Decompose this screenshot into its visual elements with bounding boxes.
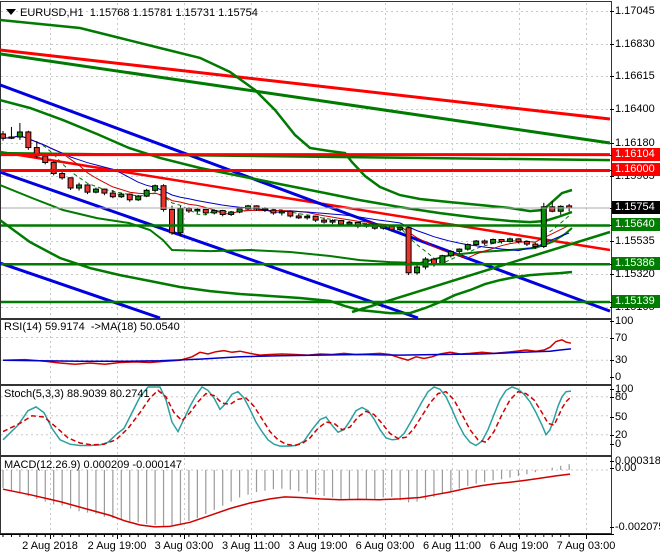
price-axis-label: 1.17045 bbox=[615, 5, 655, 17]
current-price-badge: 1.15754 bbox=[612, 201, 660, 214]
chart-header: EURUSD,H1 1.15768 1.15781 1.15731 1.1575… bbox=[20, 7, 258, 19]
support-price-badge: 1.15640 bbox=[612, 218, 660, 231]
rsi-axis-label: 100 bbox=[615, 315, 634, 327]
stoch-axis-label: 50 bbox=[615, 411, 628, 423]
macd-axis-label: 0.00 bbox=[615, 462, 637, 474]
symbol-dropdown-icon[interactable] bbox=[6, 9, 16, 15]
stoch-label: Stoch(5,3,3) 88.9039 80.2741 bbox=[4, 388, 150, 400]
stoch-axis-label: 80 bbox=[615, 391, 628, 403]
resistance-price-badge: 1.16000 bbox=[612, 163, 660, 176]
rsi-axis-label: 30 bbox=[615, 354, 628, 366]
stoch-axis-label: 0 bbox=[615, 438, 622, 450]
price-axis-label: 1.16400 bbox=[615, 103, 655, 115]
price-axis-label: 1.16830 bbox=[615, 38, 655, 50]
symbol-title: EURUSD,H1 bbox=[20, 7, 84, 19]
support-price-badge: 1.15386 bbox=[612, 257, 660, 270]
price-axis-label: 1.16615 bbox=[615, 70, 655, 82]
rsi-axis-label: 0 bbox=[615, 371, 622, 383]
chart-canvas[interactable] bbox=[0, 0, 660, 560]
macd-label: MACD(12.26.9) 0.000209 -0.000147 bbox=[4, 459, 182, 471]
mt4-chart-window: EURUSD,H1 1.15768 1.15781 1.15731 1.1575… bbox=[0, 0, 660, 560]
price-axis-label: 1.15535 bbox=[615, 235, 655, 247]
time-axis-label: 7 Aug 03:00 bbox=[556, 540, 616, 552]
macd-axis-label: -0.002075 bbox=[615, 521, 660, 533]
rsi-axis-label: 70 bbox=[615, 332, 628, 344]
resistance-price-badge: 1.16104 bbox=[612, 148, 660, 161]
chart-ohlc-quote: 1.15768 1.15781 1.15731 1.15754 bbox=[89, 7, 258, 19]
support-price-badge: 1.15139 bbox=[612, 295, 660, 308]
rsi-label: RSI(14) 59.9174 ->MA(18) 50.0540 bbox=[4, 321, 180, 333]
